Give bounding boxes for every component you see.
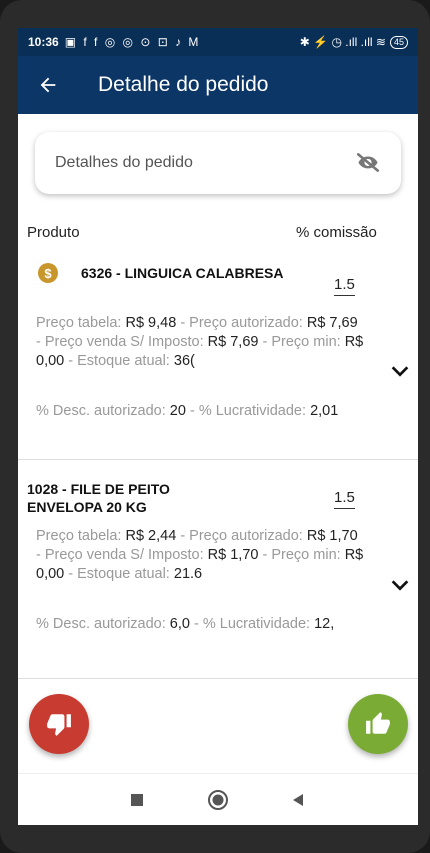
column-commission: % comissão [296,224,377,241]
chevron-down-icon[interactable] [389,360,411,382]
product-item[interactable]: 1028 - FILE DE PEITO ENVELOPA 20 KG 1.5 P… [18,460,418,679]
app-bar: Detalhe do pedido [18,56,418,114]
screen: 10:36 ▣ f f ◎ ◎ ⊙ ⊡ ♪ M ✱ ⚡ ◷ .ıll .ıll … [18,28,418,825]
approve-button[interactable] [348,694,408,754]
battery-icon: 45 [389,35,408,49]
details-label: Detalhes do pedido [55,154,193,171]
system-status-icons: ✱ ⚡ ◷ .ıll .ıll ≋ [299,35,386,49]
triangle-back-icon[interactable] [291,792,307,808]
product-prices: Preço tabela: R$ 2,44 - Preço autorizado… [36,528,364,582]
square-icon[interactable] [129,792,145,808]
thumbs-up-icon [366,712,390,734]
system-nav-bar [18,773,418,825]
notification-icons: ▣ f f ◎ ◎ ⊙ ⊡ ♪ M [64,35,201,49]
arrow-left-icon [40,77,56,93]
system-icons: ✱ ⚡ ◷ .ıll .ıll ≋ 45 [300,35,408,49]
thumbs-down-icon [47,714,71,736]
commission-value[interactable]: 1.5 [334,489,355,509]
status-time: 10:36 [28,35,59,49]
phone-frame: 10:36 ▣ f f ◎ ◎ ⊙ ⊡ ♪ M ✱ ⚡ ◷ .ıll .ıll … [0,0,430,853]
status-bar: 10:36 ▣ f f ◎ ◎ ⊙ ⊡ ♪ M ✱ ⚡ ◷ .ıll .ıll … [18,28,418,56]
product-name: 1028 - FILE DE PEITO ENVELOPA 20 KG [27,481,170,515]
product-item[interactable]: $ 6326 - LINGUICA CALABRESA 1.5 Preço ta… [18,246,418,460]
reject-button[interactable] [29,694,89,754]
product-margins: % Desc. autorizado: 6,0 - % Lucratividad… [36,616,335,632]
order-details-toggle[interactable]: Detalhes do pedido [35,132,401,194]
commission-value[interactable]: 1.5 [334,276,355,296]
product-name: 6326 - LINGUICA CALABRESA [81,265,284,281]
product-margins: % Desc. autorizado: 20 - % Lucratividade… [36,403,339,419]
eye-off-icon[interactable] [355,150,381,176]
column-product: Produto [27,224,80,241]
chevron-down-icon[interactable] [389,574,411,596]
product-prices: Preço tabela: R$ 9,48 - Preço autorizado… [36,315,364,369]
dollar-coin-icon: $ [38,263,58,283]
page-title: Detalhe do pedido [98,73,269,96]
back-button[interactable] [18,74,78,96]
circle-icon[interactable] [207,789,229,811]
